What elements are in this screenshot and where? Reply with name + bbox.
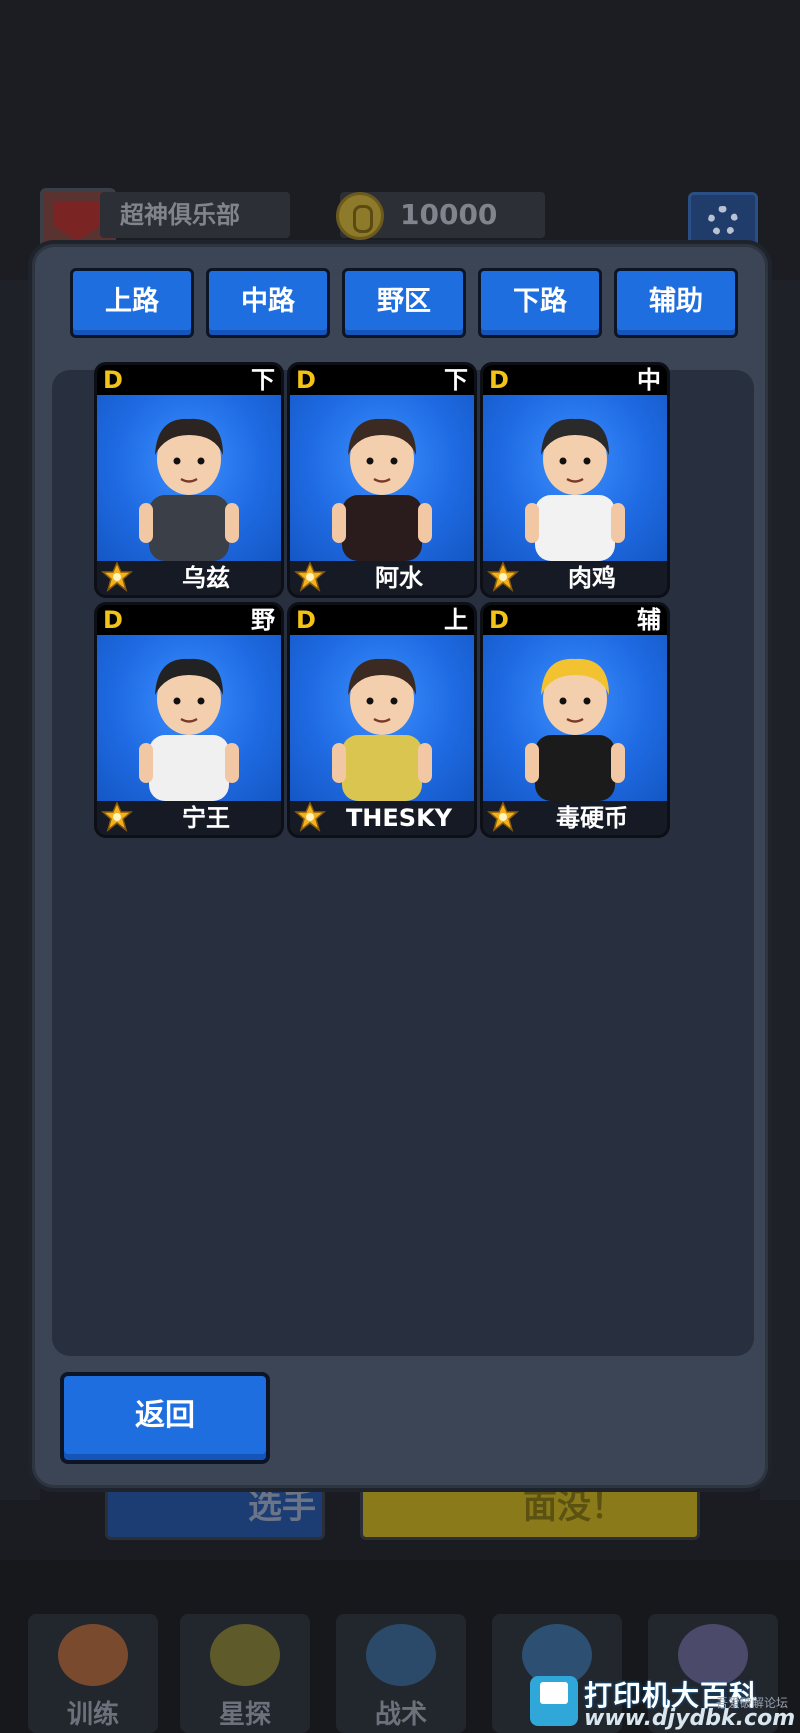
player-role: 辅 [637,606,661,634]
player-grade: D [103,606,123,634]
background-top-bar [0,0,800,280]
player-grade: D [489,366,509,394]
player-card[interactable]: D 上 THESKY [287,602,477,838]
player-name: 阿水 [375,564,423,592]
printer-logo-icon [530,1676,578,1726]
star-rank-icon [487,561,519,592]
card-header: D 下 [97,365,281,395]
coin-amount: 10000 [400,198,498,231]
player-card[interactable]: D 下 阿水 [287,362,477,598]
star-rank-icon [101,561,133,592]
player-portrait [97,395,281,561]
tab-mid-lane[interactable]: 中路 [206,268,330,338]
watermark-forum: 吾爱破解论坛 [716,1696,789,1710]
card-header: D 上 [290,605,474,635]
nav-tactics: 战术 [336,1614,466,1733]
player-grade: D [296,366,316,394]
player-name: THESKY [345,804,453,832]
tab-support[interactable]: 辅助 [614,268,738,338]
card-footer: THESKY [290,801,474,835]
player-name: 毒硬币 [556,804,628,832]
player-role: 下 [251,366,275,394]
tab-top-lane[interactable]: 上路 [70,268,194,338]
player-portrait [483,395,667,561]
nav-training: 训练 [28,1614,158,1733]
player-name: 肉鸡 [568,564,616,592]
player-name: 乌兹 [182,564,230,592]
star-rank-icon [294,561,326,592]
player-role: 下 [444,366,468,394]
card-footer: 肉鸡 [483,561,667,595]
player-portrait [483,635,667,801]
portrait-shirt [149,495,229,561]
portrait-shirt [342,735,422,801]
book-icon [366,1624,436,1686]
portrait-shirt [342,495,422,561]
player-grade: D [489,606,509,634]
portrait-shirt [535,735,615,801]
player-role: 上 [444,606,468,634]
card-header: D 野 [97,605,281,635]
star-rank-icon [294,801,326,832]
card-header: D 辅 [483,605,667,635]
player-card[interactable]: D 野 宁王 [94,602,284,838]
portrait-shirt [535,495,615,561]
club-name: 超神俱乐部 [100,192,290,238]
tab-jungle[interactable]: 野区 [342,268,466,338]
nav-scout: 星探 [180,1614,310,1733]
muscle-icon [58,1624,128,1686]
player-portrait [290,395,474,561]
back-button[interactable]: 返回 [60,1372,270,1464]
star-rank-icon [487,801,519,832]
player-card[interactable]: D 辅 毒硬币 [480,602,670,838]
player-card[interactable]: D 下 乌兹 [94,362,284,598]
player-grade: D [296,606,316,634]
nav-training-label: 训练 [66,1700,119,1730]
position-tabs: 上路 中路 野区 下路 辅助 [70,268,770,340]
watermark: 打印机大百科 www.djydbk.com 吾爱破解论坛 [520,1670,800,1733]
coin-counter: 10000 [336,192,545,240]
card-footer: 毒硬币 [483,801,667,835]
player-role: 野 [251,606,275,634]
coin-icon [336,192,384,240]
player-grade: D [103,366,123,394]
player-portrait [290,635,474,801]
card-footer: 阿水 [290,561,474,595]
nav-tactics-label: 战术 [374,1700,427,1730]
player-name: 宁王 [182,804,230,832]
player-role: 中 [637,366,661,394]
card-header: D 中 [483,365,667,395]
portrait-shirt [149,735,229,801]
card-footer: 乌兹 [97,561,281,595]
card-footer: 宁王 [97,801,281,835]
player-list-modal: 上路 中路 野区 下路 辅助 D 下 乌兹 D 下 阿水 D 中 肉鸡 D 野 … [28,240,772,1492]
gear-icon [708,206,738,236]
star-rank-icon [101,801,133,832]
player-card[interactable]: D 中 肉鸡 [480,362,670,598]
nav-scout-label: 星探 [218,1700,271,1730]
card-header: D 下 [290,365,474,395]
star-medal-icon [210,1624,280,1686]
player-portrait [97,635,281,801]
tab-bot-lane[interactable]: 下路 [478,268,602,338]
